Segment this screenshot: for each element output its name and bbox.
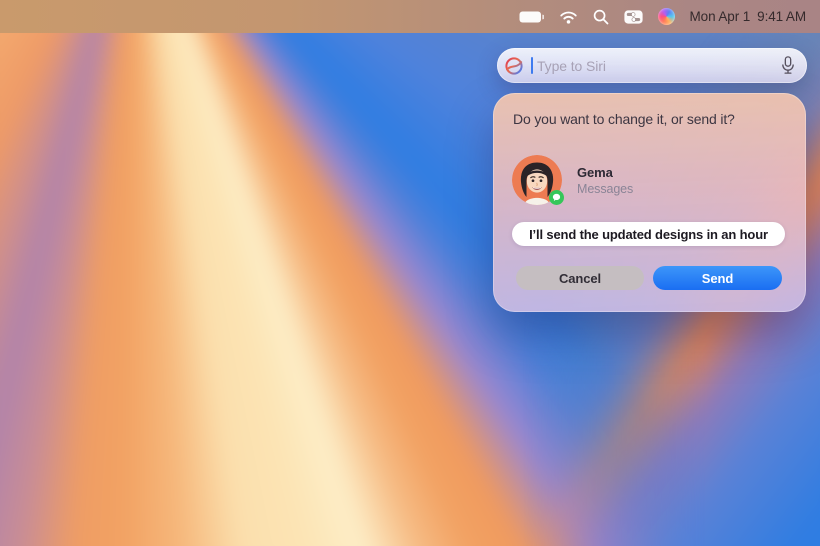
menu-bar-clock[interactable]: Mon Apr 1 9:41 AM [690, 9, 806, 24]
battery-icon[interactable] [519, 7, 544, 27]
menu-bar-time: 9:41 AM [757, 9, 806, 24]
desktop: Mon Apr 1 9:41 AM Type to Siri [0, 0, 820, 546]
contact-app-label: Messages [577, 182, 633, 196]
text-cursor [531, 57, 533, 74]
contact-name: Gema [577, 165, 633, 180]
control-center-icon[interactable] [624, 7, 643, 27]
siri-prompt-text: Do you want to change it, or send it? [513, 111, 786, 127]
siri-glyph-icon [504, 56, 524, 76]
menu-bar: Mon Apr 1 9:41 AM [0, 0, 820, 33]
contact-row: Gema Messages [512, 155, 633, 205]
siri-menu-icon[interactable] [658, 7, 675, 27]
siri-input[interactable]: Type to Siri [497, 48, 807, 83]
card-actions: Cancel Send [516, 266, 782, 290]
messages-app-badge-icon [549, 190, 564, 205]
contact-avatar [512, 155, 562, 205]
contact-info: Gema Messages [577, 165, 633, 196]
menu-bar-date: Mon Apr 1 [690, 9, 751, 24]
dictation-mic-icon[interactable] [780, 55, 796, 76]
wifi-icon[interactable] [559, 7, 578, 27]
send-button[interactable]: Send [653, 266, 782, 290]
cancel-button[interactable]: Cancel [516, 266, 644, 290]
siri-input-placeholder: Type to Siri [537, 58, 780, 74]
message-draft-field[interactable]: I’ll send the updated designs in an hour [512, 222, 785, 246]
siri-response-card: Do you want to change it, or send it? [493, 93, 806, 312]
spotlight-search-icon[interactable] [593, 7, 609, 27]
